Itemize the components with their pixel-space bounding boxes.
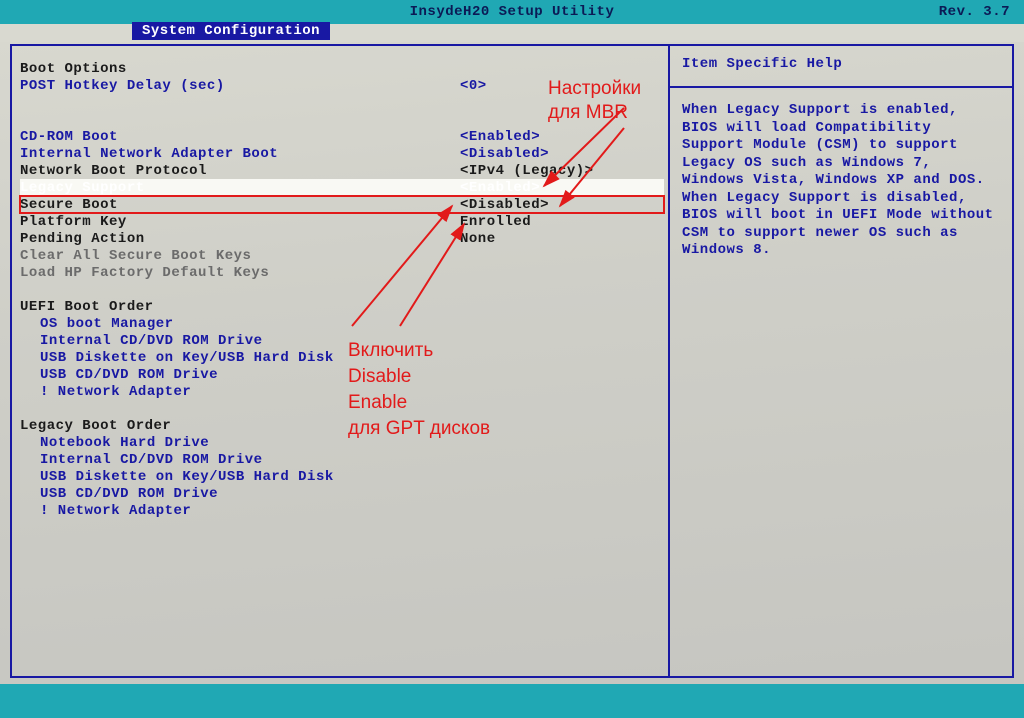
item-platform-key: Platform Key [20, 214, 460, 230]
item-post-hotkey[interactable]: POST Hotkey Delay (sec) [20, 78, 460, 94]
value-platform-key: Enrolled [460, 214, 531, 230]
help-title: Item Specific Help [682, 56, 1002, 72]
uefi-order-item[interactable]: Internal CD/DVD ROM Drive [40, 333, 263, 349]
value-network-boot-protocol[interactable]: <IPv4 (Legacy)> [460, 163, 594, 179]
uefi-order-item[interactable]: USB Diskette on Key/USB Hard Disk [40, 350, 334, 366]
value-secure-boot[interactable]: <Disabled> [460, 197, 549, 213]
value-post-hotkey[interactable]: <0> [460, 78, 487, 94]
uefi-order-item[interactable]: OS boot Manager [40, 316, 174, 332]
item-legacy-support[interactable]: Legacy Support [20, 180, 460, 196]
item-internal-net-adapter[interactable]: Internal Network Adapter Boot [20, 146, 460, 162]
section-boot-options: Boot Options [20, 61, 460, 77]
settings-pane: Boot Options POST Hotkey Delay (sec) <0>… [12, 46, 670, 676]
value-cdrom-boot[interactable]: <Enabled> [460, 129, 540, 145]
section-legacy-boot-order: Legacy Boot Order [20, 418, 460, 434]
legacy-order-item[interactable]: Internal CD/DVD ROM Drive [40, 452, 263, 468]
value-pending-action: None [460, 231, 496, 247]
help-pane: Item Specific Help When Legacy Support i… [670, 46, 1012, 676]
item-secure-boot[interactable]: Secure Boot [20, 197, 460, 213]
item-load-hp-default-keys[interactable]: Load HP Factory Default Keys [20, 265, 460, 281]
item-clear-secure-boot-keys[interactable]: Clear All Secure Boot Keys [20, 248, 460, 264]
legacy-order-item[interactable]: USB CD/DVD ROM Drive [40, 486, 218, 502]
app-title: InsydeH20 Setup Utility [410, 4, 615, 20]
main-frame: Boot Options POST Hotkey Delay (sec) <0>… [10, 44, 1014, 678]
item-pending-action: Pending Action [20, 231, 460, 247]
legacy-order-item[interactable]: ! Network Adapter [40, 503, 191, 519]
bios-screen: InsydeH20 Setup Utility Rev. 3.7 System … [0, 0, 1024, 718]
value-legacy-support[interactable]: <Enabled> [460, 180, 540, 196]
help-body: When Legacy Support is enabled, BIOS wil… [682, 102, 1002, 260]
section-uefi-boot-order: UEFI Boot Order [20, 299, 460, 315]
menu-tab-row: System Configuration [0, 24, 1024, 42]
uefi-order-item[interactable]: USB CD/DVD ROM Drive [40, 367, 218, 383]
revision-label: Rev. 3.7 [939, 4, 1010, 20]
value-internal-net-adapter[interactable]: <Disabled> [460, 146, 549, 162]
item-network-boot-protocol[interactable]: Network Boot Protocol [20, 163, 460, 179]
title-bar: InsydeH20 Setup Utility Rev. 3.7 [0, 0, 1024, 24]
help-divider [670, 86, 1014, 88]
footer-bar: F1 Help ↑↓ Select Item F5/F6 Change Valu… [0, 684, 1024, 718]
tab-system-configuration[interactable]: System Configuration [132, 22, 330, 40]
legacy-order-item[interactable]: USB Diskette on Key/USB Hard Disk [40, 469, 334, 485]
item-cdrom-boot[interactable]: CD-ROM Boot [20, 129, 460, 145]
legacy-order-item[interactable]: Notebook Hard Drive [40, 435, 209, 451]
uefi-order-item[interactable]: ! Network Adapter [40, 384, 191, 400]
